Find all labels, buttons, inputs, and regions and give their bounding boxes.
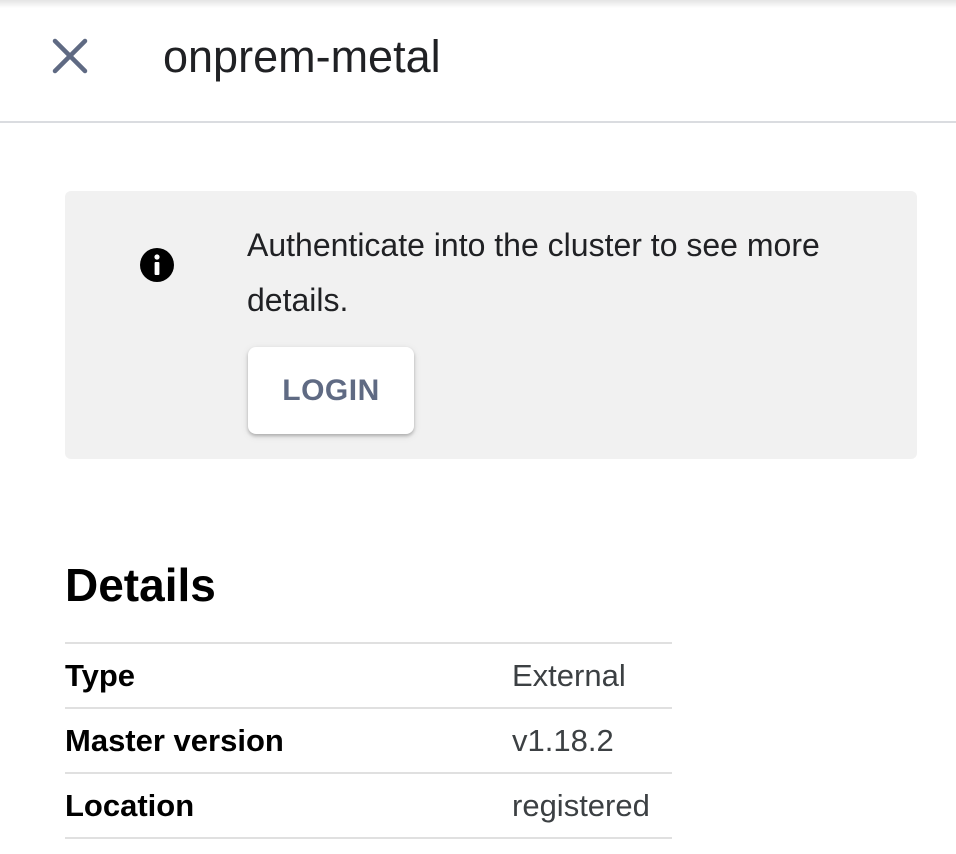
panel-header: onprem-metal [0, 0, 956, 123]
panel-title: onprem-metal [163, 31, 441, 82]
close-button[interactable] [44, 30, 96, 82]
banner-message: Authenticate into the cluster to see mor… [247, 227, 820, 318]
detail-value: registered [512, 788, 650, 823]
detail-value: External [512, 658, 626, 693]
detail-label: Type [65, 658, 136, 693]
details-heading: Details [65, 559, 216, 611]
detail-label: Location [65, 788, 195, 823]
login-button[interactable]: LOGIN [248, 347, 414, 434]
auth-banner: Authenticate into the cluster to see mor… [65, 191, 917, 459]
detail-label: Master version [65, 723, 284, 758]
cluster-detail-panel: onprem-metal Authenticate into the clust… [0, 0, 956, 854]
info-icon [140, 248, 174, 282]
detail-row-location: Location registered [65, 774, 672, 839]
detail-row-master-version: Master version v1.18.2 [65, 709, 672, 774]
close-icon [52, 38, 88, 74]
detail-row-type: Type External [65, 644, 672, 709]
detail-value: v1.18.2 [512, 723, 614, 758]
details-table: Type External Master version v1.18.2 Loc… [65, 642, 672, 839]
